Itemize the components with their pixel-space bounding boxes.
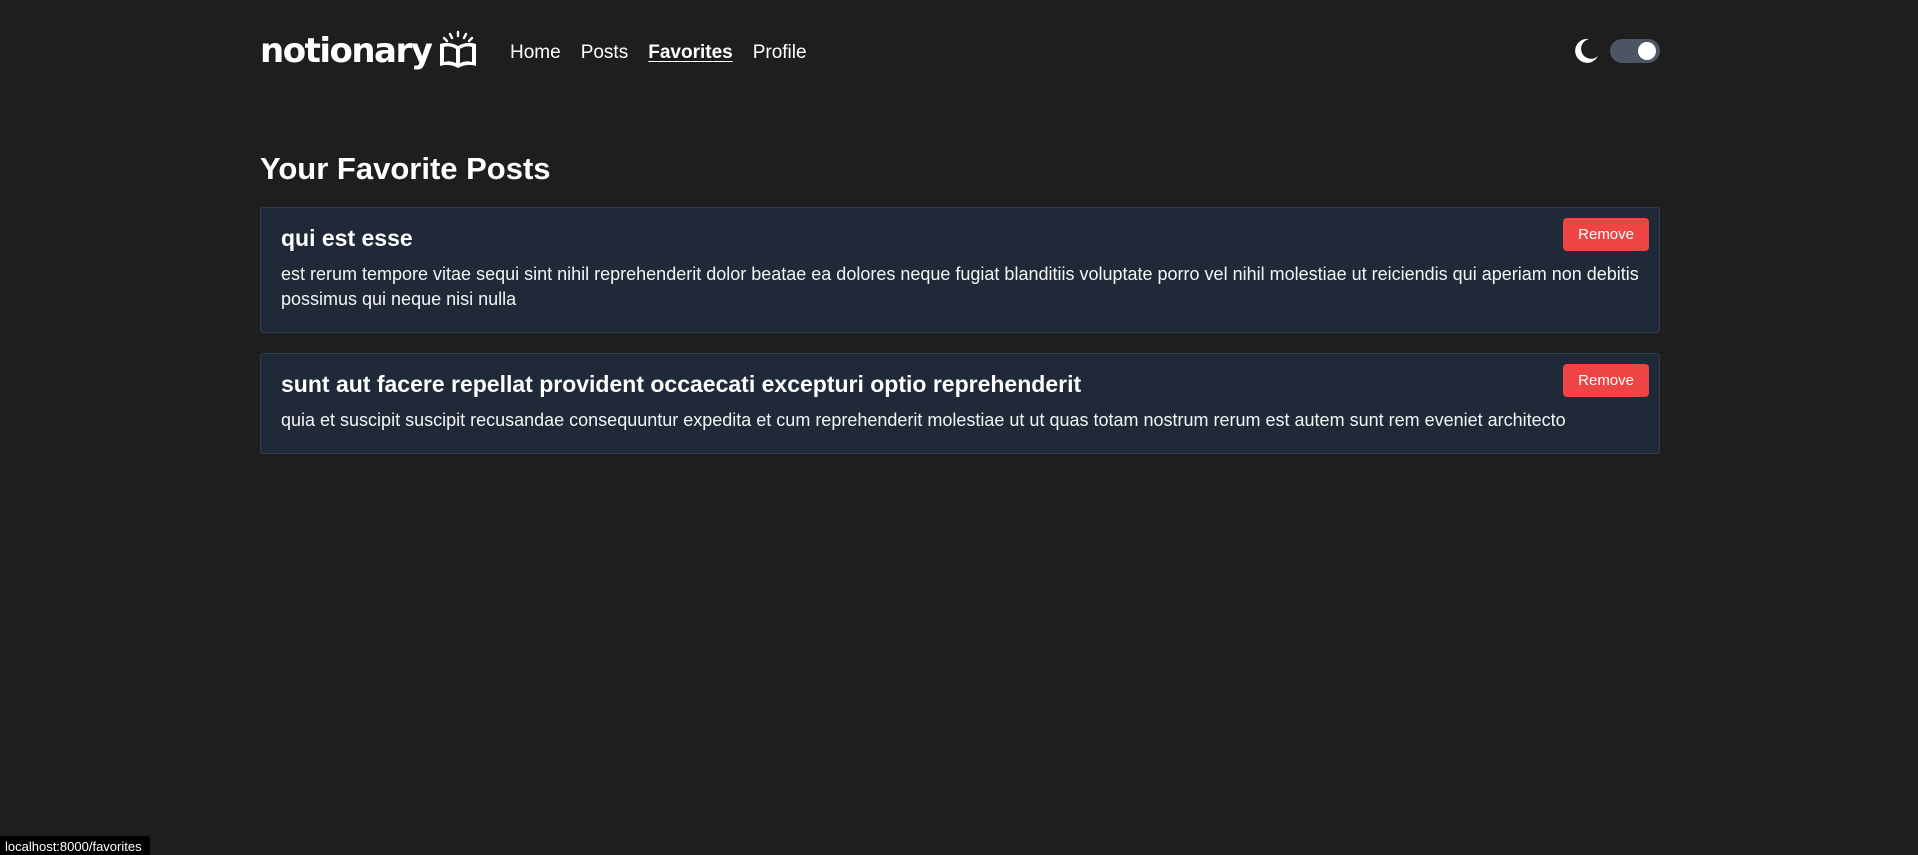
- remove-button[interactable]: Remove: [1563, 218, 1649, 252]
- logo-text: notionary: [260, 31, 433, 71]
- nav-posts[interactable]: Posts: [581, 42, 629, 64]
- page: notionary Home Posts Favorites Profile Y…: [0, 0, 1918, 855]
- content-container: notionary Home Posts Favorites Profile Y…: [260, 0, 1660, 474]
- remove-button[interactable]: Remove: [1563, 364, 1649, 398]
- nav-favorites[interactable]: Favorites: [648, 42, 732, 64]
- theme-switcher: [1572, 37, 1660, 65]
- toggle-knob: [1638, 42, 1656, 60]
- nav-home[interactable]: Home: [510, 42, 561, 64]
- main-content: Your Favorite Posts qui est esse est rer…: [260, 150, 1660, 454]
- post-body: est rerum tempore vitae sequi sint nihil…: [281, 264, 1639, 310]
- page-title: Your Favorite Posts: [260, 151, 551, 186]
- dark-mode-toggle[interactable]: [1610, 39, 1660, 63]
- post-title: sunt aut facere repellat provident occae…: [281, 371, 1082, 398]
- logo-link[interactable]: notionary: [260, 30, 479, 72]
- post-body: quia et suscipit suscipit recusandae con…: [281, 409, 1566, 430]
- main-nav: Home Posts Favorites Profile: [510, 42, 807, 64]
- favorite-post-card: qui est esse est rerum tempore vitae seq…: [260, 207, 1660, 334]
- moon-icon: [1572, 37, 1600, 65]
- browser-status-bar: localhost:8000/favorites: [0, 836, 150, 855]
- favorite-post-card: sunt aut facere repellat provident occae…: [260, 353, 1660, 454]
- site-header: notionary Home Posts Favorites Profile: [260, 0, 1660, 110]
- nav-profile[interactable]: Profile: [753, 42, 807, 64]
- post-title: qui est esse: [281, 225, 413, 252]
- open-book-icon: [437, 30, 479, 72]
